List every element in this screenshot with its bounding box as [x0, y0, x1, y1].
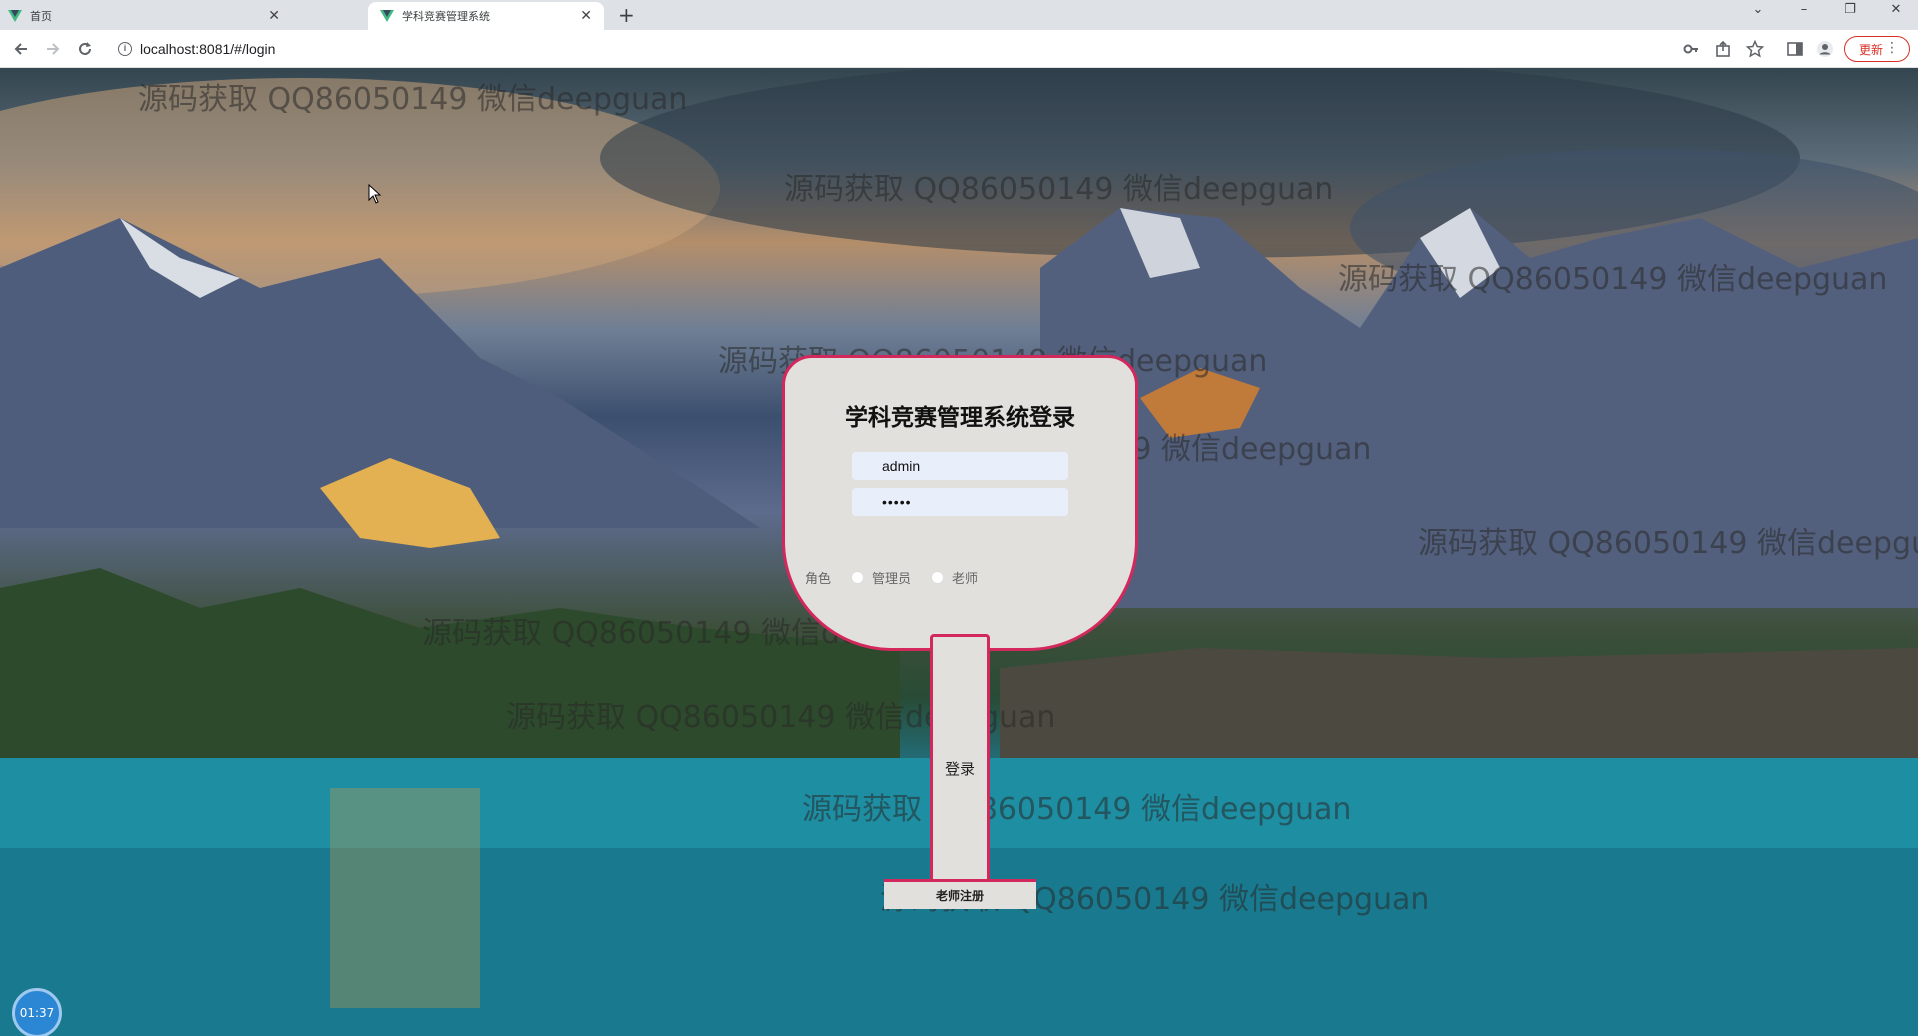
key-icon[interactable]: [1682, 40, 1700, 58]
forward-icon[interactable]: [42, 38, 64, 60]
share-icon[interactable]: [1714, 40, 1732, 58]
minimize-icon[interactable]: –: [1784, 2, 1824, 17]
role-option-teacher-label[interactable]: 老师: [952, 568, 978, 587]
close-icon[interactable]: ✕: [268, 8, 280, 24]
vue-logo-icon: [380, 10, 394, 22]
login-card: 学科竞赛管理系统登录 角色 管理员 老师: [782, 355, 1138, 651]
menu-dots-icon[interactable]: ⋮: [1885, 40, 1899, 56]
role-radio-admin[interactable]: [851, 571, 865, 584]
timer-badge: 01:37: [12, 988, 62, 1036]
url-text: localhost:8081/#/login: [140, 41, 276, 57]
tab-label: 学科竞赛管理系统: [402, 10, 490, 23]
update-button[interactable]: 更新 ⋮: [1844, 36, 1910, 62]
page-title: 学科竞赛管理系统登录: [845, 405, 1075, 431]
login-button[interactable]: 登录: [930, 634, 990, 882]
tab-label: 首页: [30, 10, 52, 23]
update-label: 更新: [1859, 42, 1884, 57]
address-bar[interactable]: i localhost:8081/#/login: [108, 36, 1648, 62]
window-close-icon[interactable]: ✕: [1876, 2, 1916, 17]
restore-icon[interactable]: ❐: [1830, 2, 1870, 17]
username-input[interactable]: [852, 452, 1068, 480]
tab-login[interactable]: 学科竞赛管理系统 ✕: [368, 2, 604, 30]
role-selector: 角色 管理员 老师: [805, 568, 998, 587]
teacher-register-button[interactable]: 老师注册: [884, 879, 1036, 909]
site-info-icon[interactable]: i: [118, 42, 132, 56]
bookmark-star-icon[interactable]: [1746, 40, 1764, 58]
tab-home[interactable]: 首页 ✕: [8, 2, 358, 30]
back-icon[interactable]: [10, 38, 32, 60]
password-input[interactable]: [852, 488, 1068, 516]
mouse-cursor-icon: [368, 184, 382, 204]
vue-logo-icon: [8, 10, 22, 22]
role-radio-teacher[interactable]: [931, 571, 945, 584]
new-tab-button[interactable]: +: [618, 3, 635, 27]
close-icon[interactable]: ✕: [580, 8, 592, 24]
profile-avatar-icon[interactable]: [1816, 40, 1834, 58]
tab-search-icon[interactable]: ⌄: [1738, 2, 1778, 17]
browser-tabstrip: 首页 ✕ 学科竞赛管理系统 ✕ + ⌄ – ❐ ✕: [0, 0, 1918, 30]
browser-toolbar: i localhost:8081/#/login 更新 ⋮: [0, 30, 1918, 68]
role-label: 角色: [805, 572, 832, 587]
role-option-admin-label[interactable]: 管理员: [872, 568, 911, 587]
login-page: 源码获取 QQ86050149 微信deepguan 源码获取 QQ860501…: [0, 68, 1918, 1036]
side-panel-icon[interactable]: [1786, 40, 1804, 58]
reload-icon[interactable]: [74, 38, 96, 60]
